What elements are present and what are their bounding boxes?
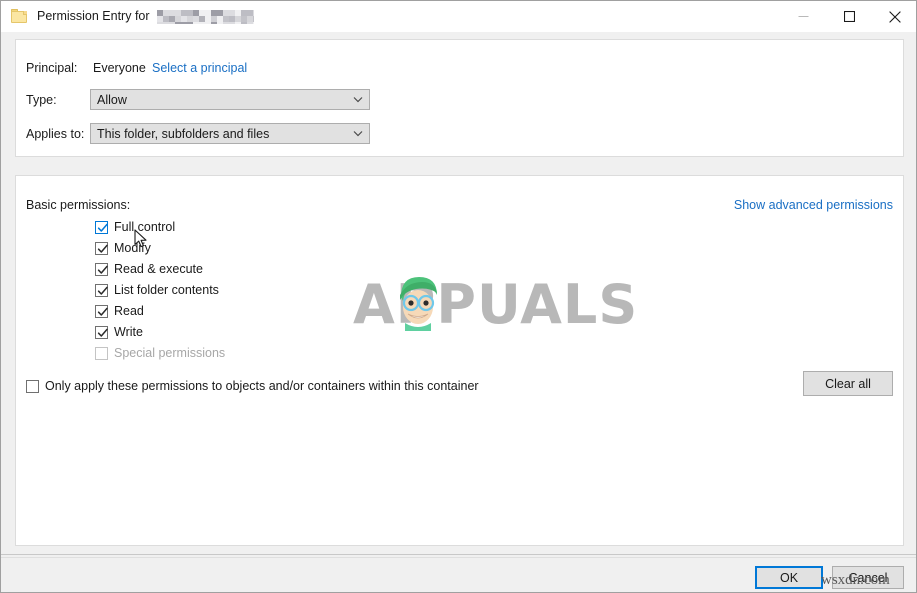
minimize-button[interactable] <box>780 1 826 32</box>
permission-label: Read & execute <box>114 262 203 276</box>
permission-row[interactable]: Read <box>95 304 144 318</box>
only-apply-checkbox[interactable] <box>26 379 39 393</box>
permission-checkbox <box>95 346 108 360</box>
permission-label: Special permissions <box>114 346 226 360</box>
permission-checkbox[interactable] <box>95 304 108 318</box>
type-dropdown[interactable]: Allow <box>90 89 370 110</box>
title-bar-left: Permission Entry for <box>1 9 780 24</box>
applies-to-dropdown-value: This folder, subfolders and files <box>97 126 270 141</box>
show-advanced-permissions-link[interactable]: Show advanced permissions <box>734 198 893 212</box>
permission-checkbox[interactable] <box>95 220 108 234</box>
clear-all-label: Clear all <box>825 376 871 391</box>
permission-checkbox[interactable] <box>95 262 108 276</box>
permission-checkbox[interactable] <box>95 325 108 339</box>
clear-all-button[interactable]: Clear all <box>803 371 893 396</box>
permission-checkbox[interactable] <box>95 283 108 297</box>
footer-separator <box>1 554 916 555</box>
window-title: Permission Entry for <box>37 9 254 24</box>
type-label: Type: <box>26 93 57 107</box>
footer-bar: OK Cancel <box>1 557 916 592</box>
chevron-down-icon <box>347 96 369 103</box>
ok-label: OK <box>779 570 799 585</box>
applies-to-label: Applies to: <box>26 127 85 141</box>
permission-row[interactable]: Read & execute <box>95 262 203 276</box>
permission-row: Special permissions <box>95 346 225 360</box>
permission-label: Full control <box>114 220 176 234</box>
maximize-button[interactable] <box>826 1 872 32</box>
permission-row[interactable]: Full control <box>95 220 175 234</box>
ok-button[interactable]: OK <box>755 566 823 589</box>
select-a-principal-link[interactable]: Select a principal <box>152 61 247 75</box>
window-controls <box>780 1 916 32</box>
folder-icon <box>11 9 27 24</box>
principal-value: Everyone <box>93 61 146 75</box>
permission-label: Read <box>114 304 144 318</box>
redacted-path-blur <box>156 9 254 24</box>
permission-row[interactable]: Write <box>95 325 143 339</box>
basic-permissions-label: Basic permissions: <box>26 198 131 212</box>
permission-row[interactable]: List folder contents <box>95 283 219 297</box>
permission-label: Write <box>114 325 143 339</box>
permission-label: Modify <box>114 241 151 255</box>
permission-row[interactable]: Modify <box>95 241 151 255</box>
cancel-button[interactable]: Cancel <box>832 566 904 589</box>
window-title-text: Permission Entry for <box>37 9 150 24</box>
permission-checkbox[interactable] <box>95 241 108 255</box>
title-bar: Permission Entry for <box>1 1 916 32</box>
cancel-label: Cancel <box>848 570 888 585</box>
chevron-down-icon <box>347 130 369 137</box>
applies-to-dropdown[interactable]: This folder, subfolders and files <box>90 123 370 144</box>
principal-label: Principal: <box>26 61 78 75</box>
permission-label: List folder contents <box>114 283 219 297</box>
permissions-panel: Basic permissions: Show advanced permiss… <box>15 175 904 546</box>
permission-entry-dialog: Permission Entry for Principal: Everyone… <box>0 0 917 593</box>
only-apply-checkbox-row[interactable]: Only apply these permissions to objects … <box>26 379 479 393</box>
only-apply-label: Only apply these permissions to objects … <box>45 379 479 393</box>
principal-panel: Principal: Everyone Select a principal T… <box>15 39 904 157</box>
close-button[interactable] <box>872 1 916 32</box>
type-dropdown-value: Allow <box>97 92 127 107</box>
